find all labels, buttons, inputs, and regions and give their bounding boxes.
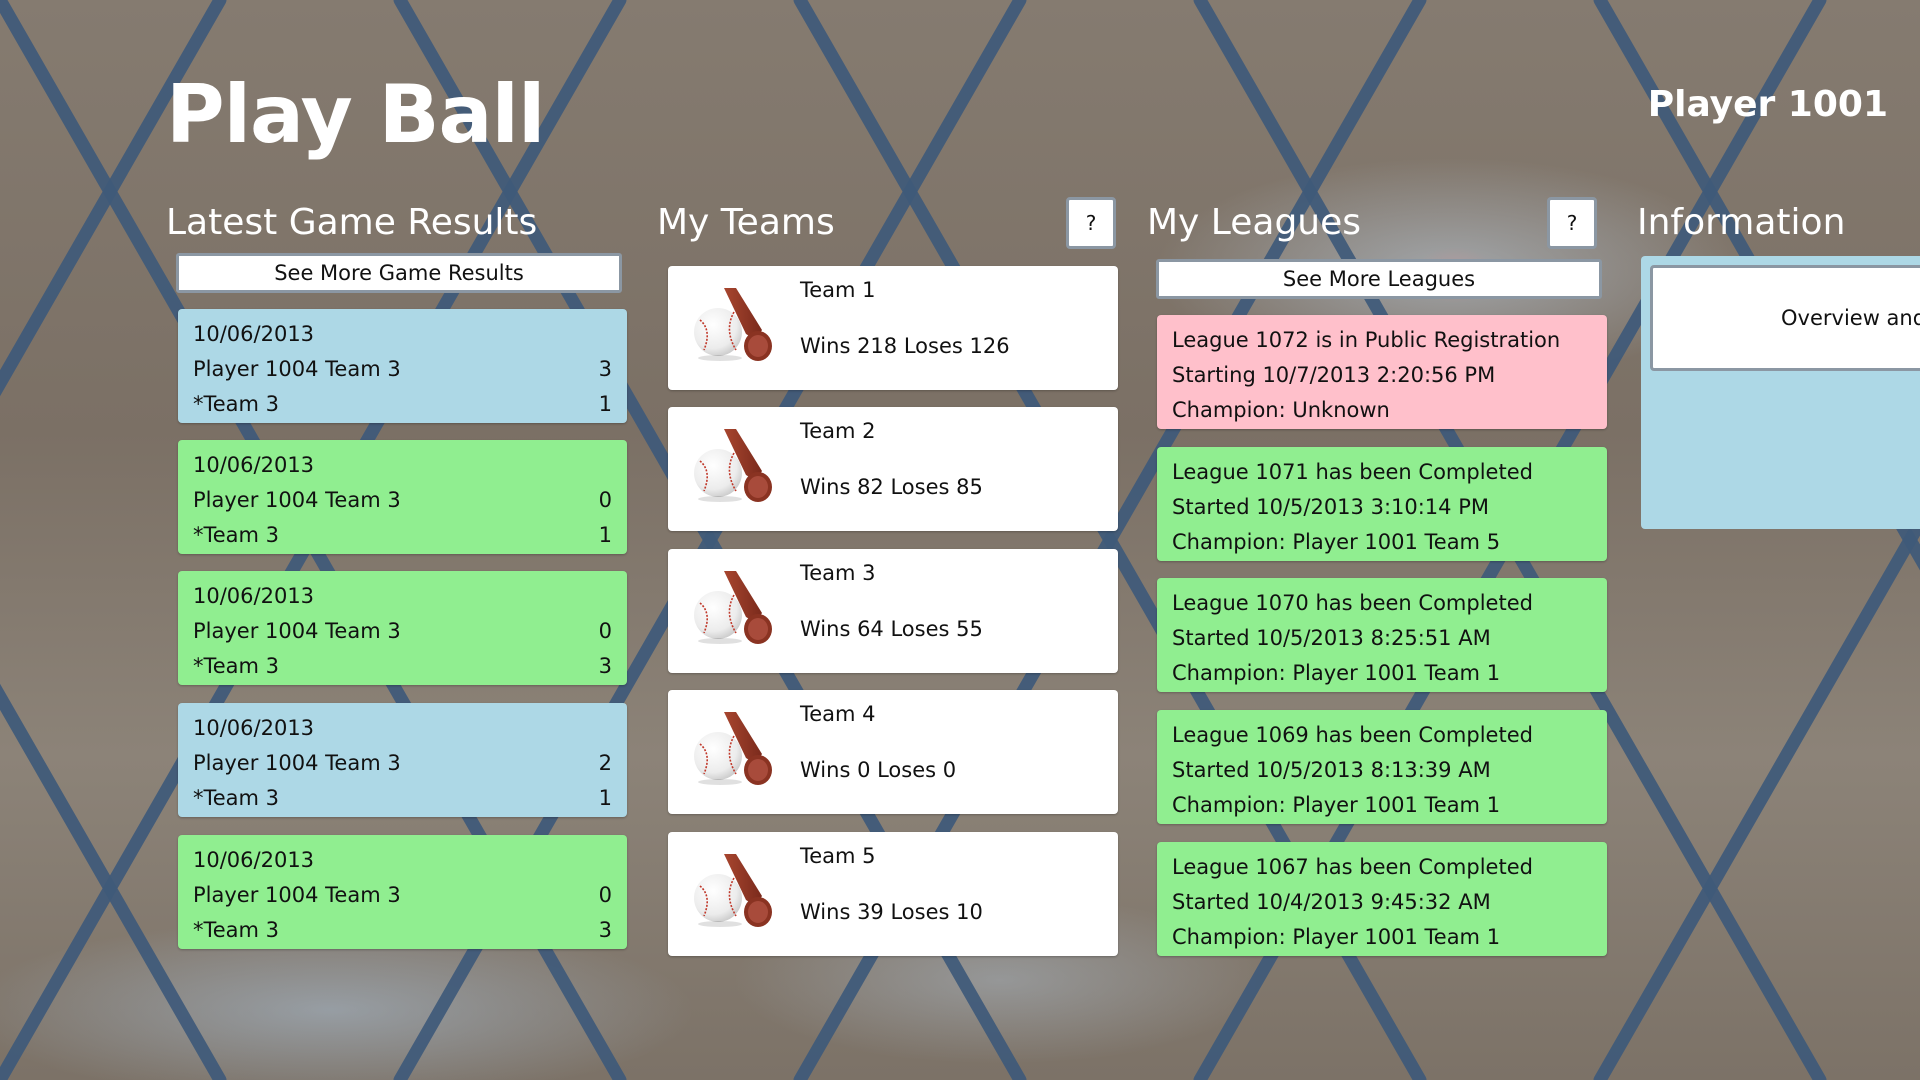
team-a-name: Player 1004 Team 3	[193, 619, 401, 643]
my-leagues-help-button[interactable]: ?	[1547, 197, 1597, 249]
team-a-score: 0	[598, 488, 612, 512]
game-result-card[interactable]: 10/06/2013 Player 1004 Team 3 0 *Team 3 3	[178, 835, 627, 949]
league-champion: Champion: Player 1001 Team 5	[1172, 530, 1501, 554]
team-b-name: *Team 3	[193, 523, 280, 547]
league-card[interactable]: League 1067 has been Completed Started 1…	[1157, 842, 1607, 956]
game-date: 10/06/2013	[193, 716, 315, 740]
team-name: Team 5	[800, 844, 876, 868]
team-a-score: 3	[598, 357, 612, 381]
league-status: League 1071 has been Completed	[1172, 460, 1533, 484]
team-card[interactable]: Team 3 Wins 64 Loses 55	[668, 549, 1118, 673]
information-header: Information	[1637, 202, 1846, 243]
game-result-card[interactable]: 10/06/2013 Player 1004 Team 3 0 *Team 3 1	[178, 440, 627, 554]
baseball-bat-icon	[693, 428, 773, 503]
team-a-name: Player 1004 Team 3	[193, 357, 401, 381]
league-start: Started 10/5/2013 8:13:39 AM	[1172, 758, 1491, 782]
team-b-score: 3	[598, 918, 612, 942]
game-result-card[interactable]: 10/06/2013 Player 1004 Team 3 2 *Team 3 1	[178, 703, 627, 817]
league-champion: Champion: Player 1001 Team 1	[1172, 793, 1501, 817]
team-b-score: 1	[598, 523, 612, 547]
team-card[interactable]: Team 5 Wins 39 Loses 10	[668, 832, 1118, 956]
team-record: Wins 64 Loses 55	[800, 617, 983, 641]
league-champion: Champion: Unknown	[1172, 398, 1390, 422]
fence-wire	[1593, 509, 1920, 1080]
team-a-name: Player 1004 Team 3	[193, 488, 401, 512]
my-teams-header: My Teams	[657, 202, 835, 243]
baseball-bat-icon	[693, 570, 773, 645]
latest-game-results-header: Latest Game Results	[166, 202, 538, 243]
fence-wire	[1593, 0, 1920, 571]
game-result-card[interactable]: 10/06/2013 Player 1004 Team 3 3 *Team 3 1	[178, 309, 627, 423]
user-name[interactable]: Player 1001	[1648, 84, 1888, 125]
see-more-game-results-button[interactable]: See More Game Results	[176, 253, 622, 293]
team-card[interactable]: Team 2 Wins 82 Loses 85	[668, 407, 1118, 531]
team-a-name: Player 1004 Team 3	[193, 883, 401, 907]
game-date: 10/06/2013	[193, 848, 315, 872]
team-b-name: *Team 3	[193, 392, 280, 416]
team-record: Wins 0 Loses 0	[800, 758, 957, 782]
app-title: Play Ball	[166, 68, 545, 161]
baseball-bat-icon	[693, 853, 773, 928]
league-start: Started 10/5/2013 3:10:14 PM	[1172, 495, 1489, 519]
team-b-score: 1	[598, 392, 612, 416]
league-champion: Champion: Player 1001 Team 1	[1172, 925, 1501, 949]
team-b-name: *Team 3	[193, 786, 280, 810]
league-start: Started 10/5/2013 8:25:51 AM	[1172, 626, 1491, 650]
team-name: Team 3	[800, 561, 876, 585]
league-card[interactable]: League 1071 has been Completed Started 1…	[1157, 447, 1607, 561]
team-card[interactable]: Team 1 Wins 218 Loses 126	[668, 266, 1118, 390]
team-b-score: 3	[598, 654, 612, 678]
league-card[interactable]: League 1072 is in Public Registration St…	[1157, 315, 1607, 429]
team-name: Team 4	[800, 702, 876, 726]
team-name: Team 2	[800, 419, 876, 443]
league-card[interactable]: League 1070 has been Completed Started 1…	[1157, 578, 1607, 692]
league-status: League 1072 is in Public Registration	[1172, 328, 1561, 352]
league-status: League 1070 has been Completed	[1172, 591, 1533, 615]
baseball-bat-icon	[693, 711, 773, 786]
overview-tile[interactable]: Overview and	[1650, 265, 1920, 371]
game-date: 10/06/2013	[193, 584, 315, 608]
team-a-score: 0	[598, 883, 612, 907]
league-champion: Champion: Player 1001 Team 1	[1172, 661, 1501, 685]
team-a-score: 2	[598, 751, 612, 775]
league-card[interactable]: League 1069 has been Completed Started 1…	[1157, 710, 1607, 824]
team-card[interactable]: Team 4 Wins 0 Loses 0	[668, 690, 1118, 814]
team-name: Team 1	[800, 278, 876, 302]
team-record: Wins 82 Loses 85	[800, 475, 983, 499]
see-more-leagues-button[interactable]: See More Leagues	[1156, 259, 1602, 299]
league-start: Starting 10/7/2013 2:20:56 PM	[1172, 363, 1496, 387]
team-record: Wins 39 Loses 10	[800, 900, 983, 924]
team-a-score: 0	[598, 619, 612, 643]
team-b-score: 1	[598, 786, 612, 810]
my-leagues-header: My Leagues	[1147, 202, 1362, 243]
team-b-name: *Team 3	[193, 654, 280, 678]
my-teams-help-button[interactable]: ?	[1066, 197, 1116, 249]
game-date: 10/06/2013	[193, 453, 315, 477]
team-b-name: *Team 3	[193, 918, 280, 942]
game-date: 10/06/2013	[193, 322, 315, 346]
league-status: League 1069 has been Completed	[1172, 723, 1533, 747]
league-status: League 1067 has been Completed	[1172, 855, 1533, 879]
team-record: Wins 218 Loses 126	[800, 334, 1010, 358]
team-a-name: Player 1004 Team 3	[193, 751, 401, 775]
information-panel: Overview and	[1641, 256, 1920, 529]
baseball-bat-icon	[693, 287, 773, 362]
league-start: Started 10/4/2013 9:45:32 AM	[1172, 890, 1491, 914]
game-result-card[interactable]: 10/06/2013 Player 1004 Team 3 0 *Team 3 3	[178, 571, 627, 685]
